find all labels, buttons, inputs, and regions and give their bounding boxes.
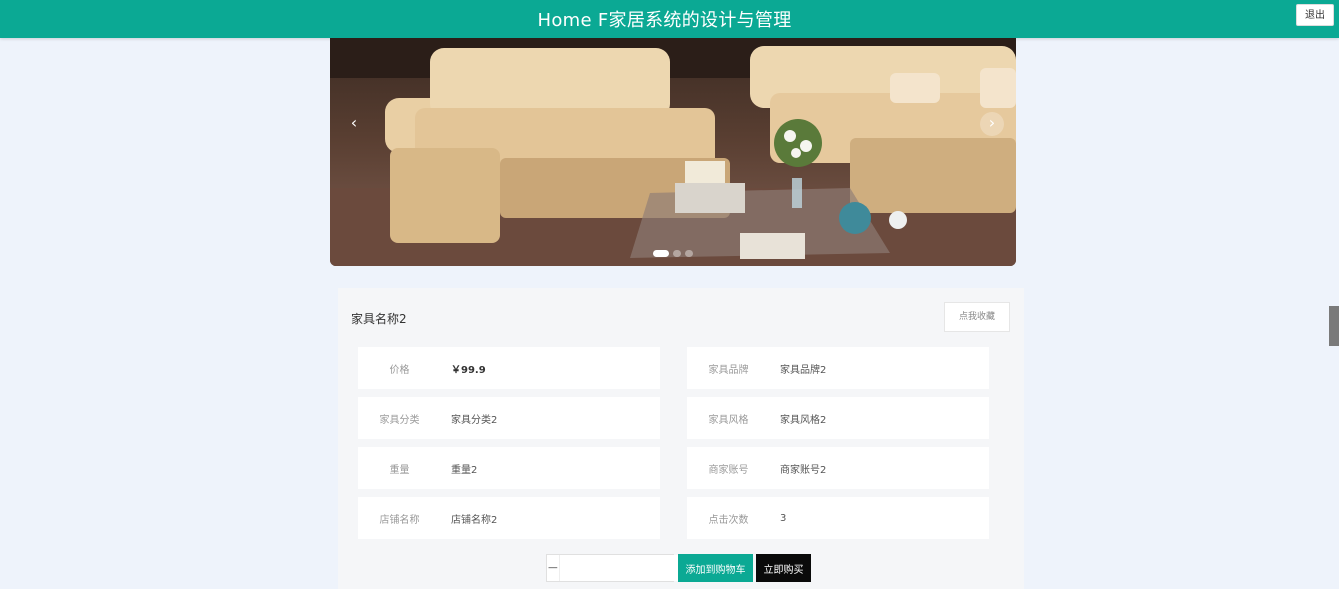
info-value: 家具风格2 [780, 414, 827, 426]
carousel-dot[interactable] [653, 250, 669, 257]
info-value: 店铺名称2 [451, 514, 498, 526]
info-card-category: 家具分类 家具分类2 [358, 397, 660, 439]
info-value: 重量2 [451, 464, 478, 476]
info-label: 商家账号 [708, 464, 749, 476]
info-label: 家具品牌 [708, 364, 749, 376]
quantity-stepper: − + [546, 554, 714, 582]
info-card-click-count: 点击次数 3 [687, 497, 989, 539]
sofa-photo [330, 38, 1016, 266]
carousel-next-arrow[interactable]: › [980, 112, 1004, 136]
product-detail-panel: 家具名称2 点我收藏 价格 ￥99.9 家具品牌 家具品牌2 家具分类 家具分类… [338, 288, 1024, 589]
info-label: 点击次数 [708, 514, 749, 526]
info-card-style: 家具风格 家具风格2 [687, 397, 989, 439]
decrease-button[interactable]: − [547, 555, 559, 581]
info-card-weight: 重量 重量2 [358, 447, 660, 489]
add-to-cart-button[interactable]: 添加到购物车 [678, 554, 753, 582]
scrollbar-thumb[interactable] [1329, 306, 1339, 346]
info-card-brand: 家具品牌 家具品牌2 [687, 347, 989, 389]
logout-button[interactable]: 退出 [1296, 4, 1334, 26]
top-header: Home F家居系统的设计与管理 退出 [0, 0, 1339, 38]
info-value: 3 [780, 512, 787, 524]
info-card-shop-name: 店铺名称 店铺名称2 [358, 497, 660, 539]
carousel-dot[interactable] [685, 250, 693, 257]
info-label: 重量 [389, 464, 410, 476]
info-label: 家具风格 [708, 414, 749, 426]
info-value: 家具品牌2 [780, 364, 827, 376]
image-carousel[interactable]: ‹ › [330, 38, 1016, 266]
favorite-button[interactable]: 点我收藏 [944, 302, 1010, 332]
product-name: 家具名称2 [351, 312, 407, 326]
info-card-merchant-account: 商家账号 商家账号2 [687, 447, 989, 489]
info-label: 店铺名称 [379, 514, 420, 526]
carousel-indicators [330, 250, 1016, 257]
info-label: 家具分类 [379, 414, 420, 426]
info-value: 商家账号2 [780, 464, 827, 476]
carousel-prev-arrow[interactable]: ‹ [342, 112, 366, 136]
info-value: 家具分类2 [451, 414, 498, 426]
app-title: Home F家居系统的设计与管理 [537, 10, 792, 31]
info-label: 价格 [389, 364, 410, 376]
info-value: ￥99.9 [451, 364, 486, 376]
buy-now-button[interactable]: 立即购买 [756, 554, 811, 582]
carousel-dot[interactable] [673, 250, 681, 257]
info-card-price: 价格 ￥99.9 [358, 347, 660, 389]
